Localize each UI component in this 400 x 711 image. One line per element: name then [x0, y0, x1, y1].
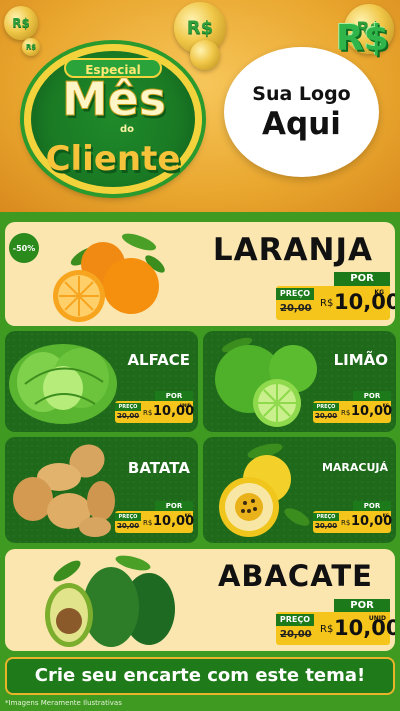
unit-label: KG [184, 513, 191, 518]
price-body: PREÇO 20,00 R$ 10,00 KG [313, 511, 392, 533]
por-label: POR [334, 272, 390, 286]
product-card-laranja[interactable]: LARANJA POR PREÇO 20,00 R$ 10,00 KG [5, 222, 395, 326]
logo-placeholder[interactable]: Sua Logo Aqui [224, 47, 379, 177]
badge-mes: Mês [61, 72, 167, 126]
por-label: POR [155, 501, 193, 511]
preco-label: PREÇO [276, 614, 314, 626]
preco-label: PREÇO [313, 403, 339, 411]
currency-label: R$ [143, 409, 153, 417]
orange-image [53, 233, 165, 322]
price-value: 10,00 [334, 290, 395, 314]
currency-label: R$ [341, 519, 351, 527]
potato-image [13, 444, 115, 537]
logo-line1: Sua Logo [252, 83, 351, 105]
preco-label: PREÇO [313, 513, 339, 521]
product-card-maracuja[interactable]: MARACUJÁ POR PREÇO 20,00 R$ 10,00 KG [203, 437, 396, 543]
old-price: 20,00 [280, 303, 312, 314]
product-name-batata: BATATA [127, 459, 190, 477]
price-tag-alface: POR PREÇO 20,00 R$ 10,00 UNID [115, 391, 194, 423]
header-banner: R$ R$ R$ R$ R$ Especial Mês do Cliente S… [0, 0, 400, 212]
price-tag-maracuja: POR PREÇO 20,00 R$ 10,00 KG [313, 501, 392, 533]
product-name-limao: LIMÃO [333, 351, 388, 369]
disclaimer-text: *Imagens Meramente Ilustrativas [5, 699, 122, 707]
unit-label: KG [382, 513, 389, 518]
money-icon: R$ [336, 18, 389, 59]
avocado-image [45, 555, 175, 647]
product-name-laranja: LARANJA [212, 232, 373, 268]
price-tag-abacate: POR PREÇO 20,00 R$ 10,00 UNID [276, 599, 395, 645]
por-label: POR [155, 391, 193, 401]
price-tag-laranja: POR PREÇO 20,00 R$ 10,00 KG [276, 272, 395, 320]
unit-label: UNID [368, 615, 386, 622]
por-label: POR [353, 501, 391, 511]
product-card-limao[interactable]: LIMÃO POR PREÇO 20,00 R$ 10,00 KG [203, 331, 396, 432]
price-body: PREÇO 20,00 R$ 10,00 KG [313, 401, 392, 423]
preco-label: PREÇO [115, 403, 141, 411]
currency-label: R$ [320, 298, 334, 309]
discount-badge: -50% [9, 233, 39, 263]
product-name-abacate: ABACATE [217, 559, 373, 593]
badge-cliente: Cliente [45, 139, 181, 179]
por-label: POR [353, 391, 391, 401]
product-card-batata[interactable]: BATATA POR PREÇO 20,00 R$ 10,00 KG [5, 437, 198, 543]
unit-label: UNID [179, 403, 191, 408]
passion-fruit-image [219, 443, 310, 537]
old-price: 20,00 [117, 522, 140, 530]
coin-icon: R$ [4, 6, 38, 40]
currency-label: R$ [320, 624, 334, 635]
logo-line2: Aqui [262, 106, 341, 142]
por-label: POR [334, 599, 390, 612]
price-tag-batata: POR PREÇO 20,00 R$ 10,00 KG [115, 501, 194, 533]
coin-mark: R$ [186, 17, 214, 39]
preco-label: PREÇO [115, 513, 141, 521]
price-body: PREÇO 20,00 R$ 10,00 KG [115, 511, 194, 533]
price-body: PREÇO 20,00 R$ 10,00 KG [276, 286, 395, 320]
coin-mark: R$ [12, 16, 30, 30]
price-body: PREÇO 20,00 R$ 10,00 UNID [115, 401, 194, 423]
badge-do: do [120, 124, 135, 135]
price-tag-limao: POR PREÇO 20,00 R$ 10,00 KG [313, 391, 392, 423]
unit-label: KG [374, 289, 384, 296]
old-price: 20,00 [315, 412, 338, 420]
preco-label: PREÇO [276, 288, 314, 300]
lettuce-image [9, 344, 117, 424]
lime-image [215, 337, 317, 427]
old-price: 20,00 [280, 629, 312, 640]
old-price: 20,00 [315, 522, 338, 530]
currency-label: R$ [143, 519, 153, 527]
product-card-alface[interactable]: ALFACE POR PREÇO 20,00 R$ 10,00 UNID [5, 331, 198, 432]
product-card-abacate[interactable]: ABACATE POR PREÇO 20,00 R$ 10,00 UNID [5, 549, 395, 651]
product-name-maracuja: MARACUJÁ [321, 461, 388, 474]
price-body: PREÇO 20,00 R$ 10,00 UNID [276, 612, 395, 645]
unit-label: KG [382, 403, 389, 408]
cta-banner[interactable]: Crie seu encarte com este tema! [5, 657, 395, 695]
currency-label: R$ [341, 409, 351, 417]
product-name-alface: ALFACE [127, 351, 190, 369]
old-price: 20,00 [117, 412, 140, 420]
mes-do-cliente-badge: Especial Mês do Cliente [24, 44, 202, 194]
